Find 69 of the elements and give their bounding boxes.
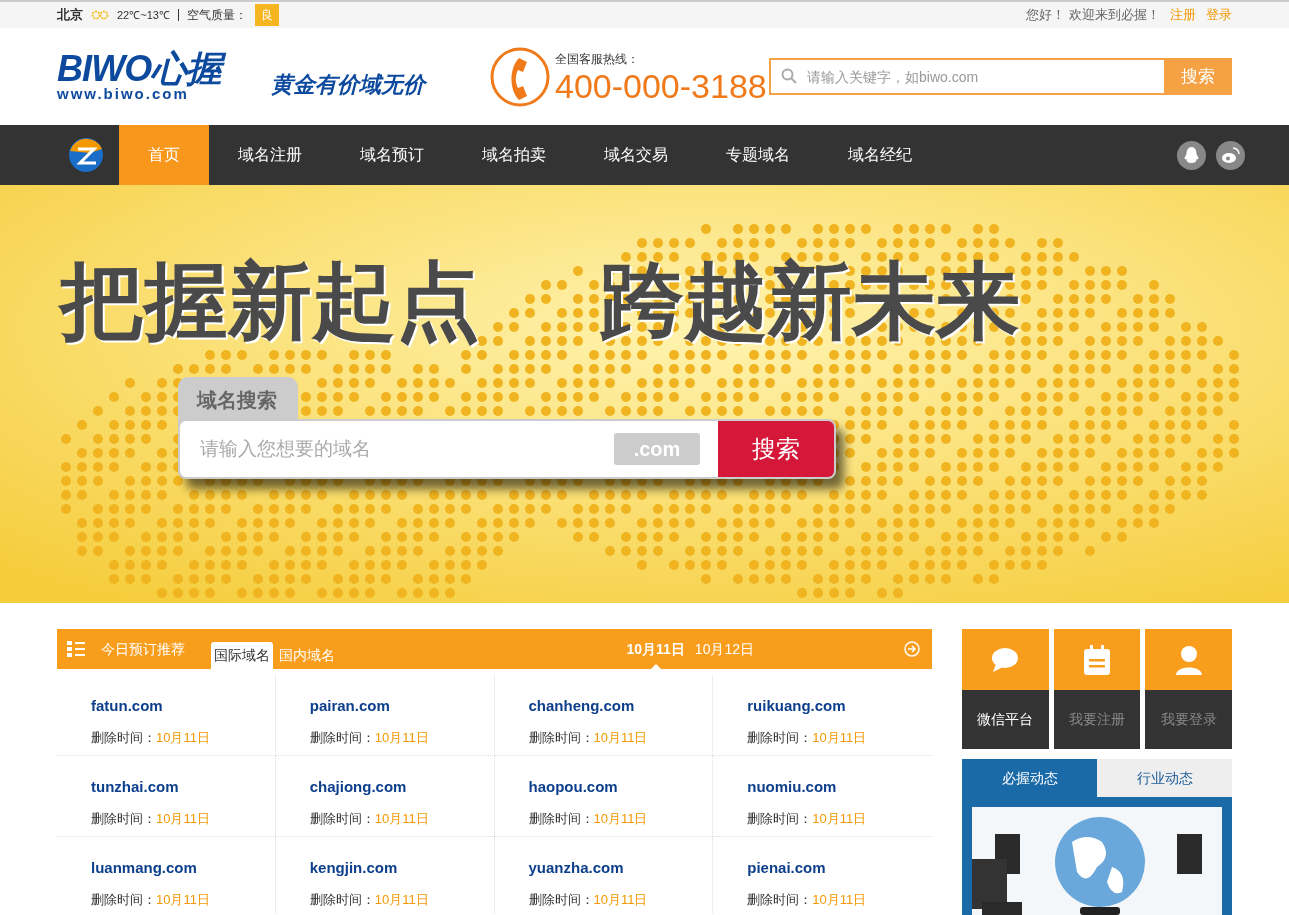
nav-item[interactable]: 域名注册 <box>209 125 331 185</box>
delete-date: 10月11日 <box>593 890 648 909</box>
delete-time-label: 删除时间： <box>747 809 813 828</box>
phone-icon <box>489 45 551 108</box>
quick-link[interactable]: 我要注册 <box>1053 690 1141 749</box>
delete-date: 10月11日 <box>374 890 429 909</box>
domain-link[interactable]: ruikuang.com <box>747 695 846 718</box>
news-tab[interactable]: 行业动态 <box>1097 759 1232 797</box>
air-quality-label: 空气质量： <box>186 7 247 24</box>
domain-link[interactable]: yuanzha.com <box>528 857 624 880</box>
delete-date: 10月11日 <box>593 728 648 747</box>
search-field[interactable]: 请输入关键字，如biwo.com <box>769 58 1164 95</box>
hotline-label: 全国客服热线： <box>555 50 640 68</box>
list-icon <box>67 641 85 657</box>
delete-time-label: 删除时间： <box>309 890 375 909</box>
logo[interactable]: BIWO心握 <box>57 51 257 86</box>
domain-search-button[interactable]: 搜索 <box>718 421 834 477</box>
domain-link[interactable]: luanmang.com <box>91 857 197 880</box>
quick-link[interactable]: 微信平台 <box>962 690 1049 749</box>
delete-time-label: 删除时间： <box>91 809 156 828</box>
delete-time-label: 删除时间： <box>528 728 594 747</box>
delete-date: 10月11日 <box>812 890 867 909</box>
domain-link[interactable]: chanheng.com <box>528 695 635 718</box>
banner-slogan: 把握新起点 <box>57 253 481 350</box>
tab[interactable]: 国际域名 <box>211 642 273 669</box>
penguin-icon[interactable] <box>1177 140 1206 170</box>
domain-link[interactable]: nuomiu.com <box>747 776 837 799</box>
user-icon <box>1175 644 1202 675</box>
quick-link[interactable]: 我要登录 <box>1145 690 1232 749</box>
nav-item[interactable]: 域名交易 <box>575 125 697 185</box>
domain-link[interactable]: kengjin.com <box>309 857 398 880</box>
speech-bubble-icon <box>991 646 1020 673</box>
slogan: 黄金有价域无价 <box>271 71 428 99</box>
welcome-text: 您好！ 欢迎来到必握！ <box>1026 6 1160 25</box>
city: 北京 <box>57 6 83 25</box>
delete-time-label: 删除时间： <box>528 890 594 909</box>
delete-date: 10月11日 <box>812 728 867 747</box>
notepad-icon <box>1084 644 1110 675</box>
domain-link[interactable]: pairan.com <box>309 695 390 718</box>
domain-link[interactable]: chajiong.com <box>309 776 407 799</box>
domain-link[interactable]: pienai.com <box>747 857 826 880</box>
delete-date: 10月11日 <box>374 728 429 747</box>
domain-link[interactable]: tunzhai.com <box>91 776 179 799</box>
delete-time-label: 删除时间： <box>91 890 156 909</box>
delete-time-label: 删除时间： <box>747 890 813 909</box>
delete-date: 10月11日 <box>156 890 210 909</box>
delete-time-label: 删除时间： <box>309 809 375 828</box>
nav-item[interactable]: 域名预订 <box>331 125 453 185</box>
delete-time-label: 删除时间： <box>747 728 813 747</box>
delete-time-label: 删除时间： <box>91 728 156 747</box>
delete-date: 10月11日 <box>156 728 210 747</box>
domain-link[interactable]: haopou.com <box>528 776 618 799</box>
domain-link[interactable]: fatun.com <box>91 695 163 718</box>
nav-item[interactable]: 专题域名 <box>697 125 819 185</box>
delete-date: 10月11日 <box>593 809 648 828</box>
delete-date: 10月11日 <box>156 809 210 828</box>
delete-time-label: 删除时间： <box>309 728 375 747</box>
delete-date: 10月11日 <box>374 809 429 828</box>
delete-date: 10月11日 <box>812 809 867 828</box>
hotline-number: 400-000-3188 <box>555 67 767 104</box>
weather-icon <box>91 8 109 22</box>
section-title: 今日预订推荐 <box>101 639 185 659</box>
search-icon <box>781 68 797 84</box>
delete-time-label: 删除时间： <box>528 809 594 828</box>
temperature: 22℃~13℃ <box>117 7 170 23</box>
logo-icon <box>68 137 104 173</box>
nav-item[interactable]: 域名经纪 <box>819 125 941 185</box>
air-quality-badge: 良 <box>254 4 279 26</box>
nav-item[interactable]: 域名拍卖 <box>453 125 575 185</box>
